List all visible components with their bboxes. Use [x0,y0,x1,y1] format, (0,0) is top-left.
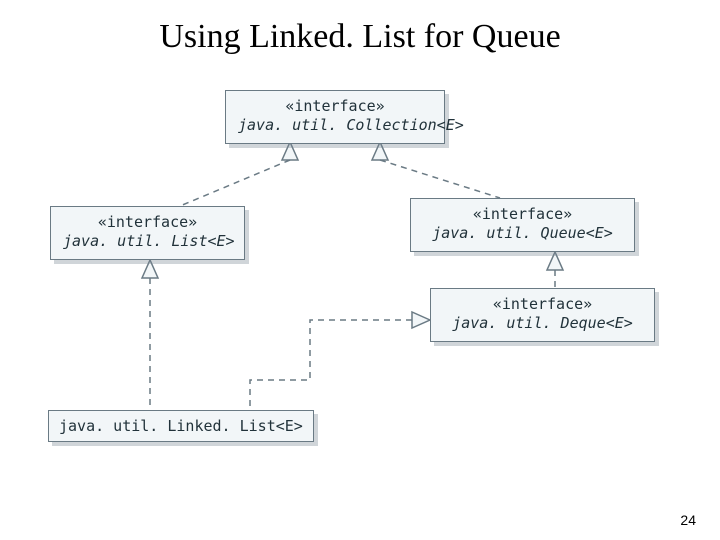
realization-line [380,160,500,198]
realization-arrowhead [547,252,563,270]
interface-name: java. util. Deque<E> [443,314,642,333]
realization-arrowhead [282,142,298,160]
realization-arrowhead [412,312,430,328]
interface-name: java. util. List<E> [63,232,232,251]
interface-name: java. util. Collection<E> [238,116,432,135]
uml-class-linkedlist: java. util. Linked. List<E> [48,410,314,442]
interface-name: java. util. Queue<E> [423,224,622,243]
uml-interface-deque: «interface» java. util. Deque<E> [430,288,655,342]
uml-diagram: «interface» java. util. Collection<E> «i… [30,80,690,480]
uml-interface-list: «interface» java. util. List<E> [50,206,245,260]
stereotype-label: «interface» [63,213,232,232]
realization-line [180,160,290,206]
uml-interface-collection: «interface» java. util. Collection<E> [225,90,445,144]
realization-arrowhead [142,260,158,278]
stereotype-label: «interface» [443,295,642,314]
realization-line [250,320,412,410]
page-number: 24 [680,512,696,528]
realization-arrowhead [372,142,388,160]
stereotype-label: «interface» [238,97,432,116]
stereotype-label: «interface» [423,205,622,224]
uml-interface-queue: «interface» java. util. Queue<E> [410,198,635,252]
page-title: Using Linked. List for Queue [0,18,720,56]
